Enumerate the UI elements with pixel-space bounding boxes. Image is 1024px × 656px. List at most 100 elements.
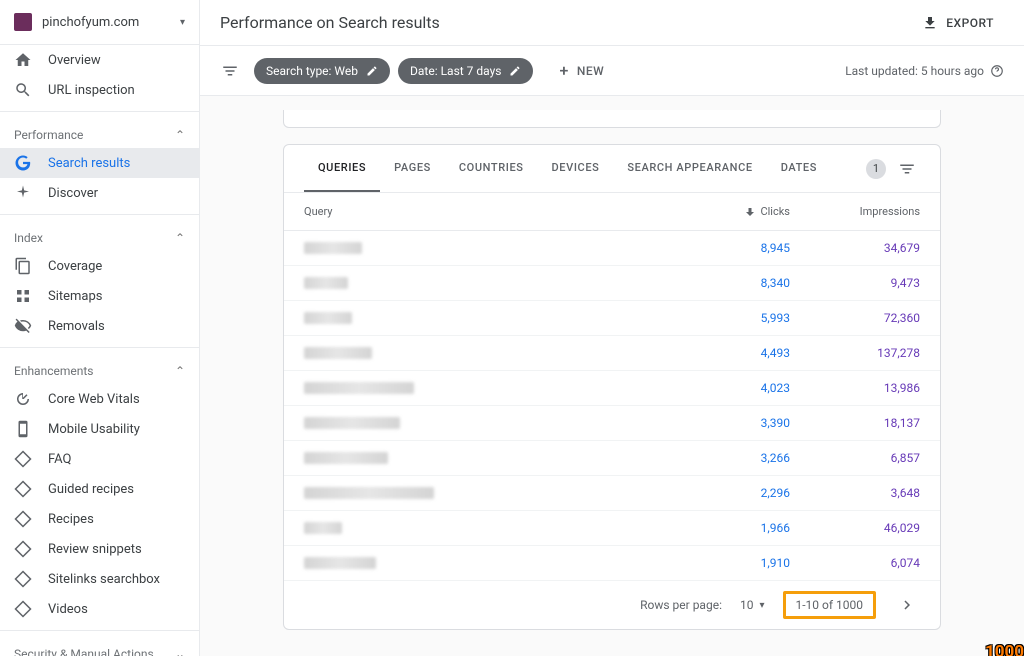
col-clicks-header[interactable]: Clicks [660, 205, 790, 218]
nav-label: Videos [48, 602, 88, 617]
nav-label: URL inspection [48, 83, 135, 98]
export-label: EXPORT [946, 16, 994, 30]
plus-icon: + [559, 61, 568, 80]
add-filter-button[interactable]: + NEW [549, 55, 614, 86]
nav-label: Sitelinks searchbox [48, 572, 160, 587]
last-updated: Last updated: 5 hours ago [845, 64, 1004, 78]
diamond-icon [14, 480, 32, 498]
callout-text: 1000 [985, 642, 1024, 656]
section-label: Enhancements [14, 364, 94, 378]
next-page-button[interactable] [894, 592, 920, 618]
nav-search-results[interactable]: Search results [0, 148, 199, 178]
table-row[interactable]: 4,493137,278 [284, 336, 940, 371]
nav-coverage[interactable]: Coverage [0, 251, 199, 281]
table-row[interactable]: 4,02313,986 [284, 371, 940, 406]
table-row[interactable]: 3,2666,857 [284, 441, 940, 476]
export-button[interactable]: EXPORT [912, 9, 1004, 37]
clicks-value: 4,493 [660, 346, 790, 360]
nav-guided-recipes[interactable]: Guided recipes [0, 474, 199, 504]
google-icon [14, 154, 32, 172]
tab-search-appearance[interactable]: SEARCH APPEARANCE [613, 145, 766, 192]
clicks-value: 5,993 [660, 311, 790, 325]
chevron-up-icon: ⌃ [175, 128, 185, 142]
site-logo [14, 13, 32, 31]
rows-per-page-select[interactable]: 10 ▾ [740, 598, 765, 612]
pencil-icon [366, 65, 378, 77]
chip-date[interactable]: Date: Last 7 days [398, 58, 533, 84]
pencil-icon [509, 65, 521, 77]
new-label: NEW [577, 64, 604, 78]
nav-url-inspection[interactable]: URL inspection [0, 75, 199, 105]
caret-down-icon: ▾ [759, 600, 764, 611]
nav-section-performance[interactable]: Performance ⌃ [0, 118, 199, 148]
section-label: Security & Manual Actions [14, 647, 154, 656]
impressions-value: 34,679 [790, 241, 920, 255]
table-row[interactable]: 2,2963,648 [284, 476, 940, 511]
clicks-value: 1,910 [660, 556, 790, 570]
nav-sitelinks-searchbox[interactable]: Sitelinks searchbox [0, 564, 199, 594]
help-icon[interactable] [990, 64, 1004, 78]
pagination: Rows per page: 10 ▾ 1-10 of 1000 [284, 581, 940, 629]
tabs: QUERIES PAGES COUNTRIES DEVICES SEARCH A… [284, 145, 940, 193]
nav-section-security[interactable]: Security & Manual Actions ⌄ [0, 637, 199, 656]
nav-label: Sitemaps [48, 289, 103, 304]
impressions-value: 13,986 [790, 381, 920, 395]
query-text-redacted [304, 417, 400, 429]
clicks-value: 8,340 [660, 276, 790, 290]
query-text-redacted [304, 242, 362, 254]
chevron-up-icon: ⌃ [175, 231, 185, 245]
impressions-value: 9,473 [790, 276, 920, 290]
diamond-icon [14, 450, 32, 468]
col-query-header[interactable]: Query [304, 205, 660, 218]
chip-search-type[interactable]: Search type: Web [254, 58, 390, 84]
nav-discover[interactable]: Discover [0, 178, 199, 208]
clicks-value: 8,945 [660, 241, 790, 255]
nav-core-web-vitals[interactable]: Core Web Vitals [0, 384, 199, 414]
nav-recipes[interactable]: Recipes [0, 504, 199, 534]
nav-section-index[interactable]: Index ⌃ [0, 221, 199, 251]
nav-removals[interactable]: Removals [0, 311, 199, 341]
tab-pages[interactable]: PAGES [380, 145, 445, 192]
table-row[interactable]: 1,96646,029 [284, 511, 940, 546]
clicks-value: 4,023 [660, 381, 790, 395]
filter-count-badge[interactable]: 1 [866, 159, 886, 179]
pagination-range: 1-10 of 1000 [783, 591, 877, 619]
query-text-redacted [304, 382, 414, 394]
nav-sitemaps[interactable]: Sitemaps [0, 281, 199, 311]
table-row[interactable]: 8,3409,473 [284, 266, 940, 301]
main-content: Performance on Search results EXPORT Sea… [200, 0, 1024, 656]
nav-videos[interactable]: Videos [0, 594, 199, 624]
nav-review-snippets[interactable]: Review snippets [0, 534, 199, 564]
tab-queries[interactable]: QUERIES [304, 145, 380, 192]
nav-label: Mobile Usability [48, 422, 140, 437]
tab-countries[interactable]: COUNTRIES [445, 145, 538, 192]
collapsed-chart-card [283, 110, 941, 128]
impressions-value: 18,137 [790, 416, 920, 430]
nav-overview[interactable]: Overview [0, 45, 199, 75]
col-impressions-header[interactable]: Impressions [790, 205, 920, 218]
nav-mobile-usability[interactable]: Mobile Usability [0, 414, 199, 444]
topbar: Performance on Search results EXPORT [200, 0, 1024, 46]
nav-faq[interactable]: FAQ [0, 444, 199, 474]
site-selector[interactable]: pinchofyum.com ▾ [0, 0, 199, 45]
impressions-value: 46,029 [790, 521, 920, 535]
filter-icon[interactable] [220, 61, 240, 81]
table-row[interactable]: 1,9106,074 [284, 546, 940, 581]
caret-down-icon: ▾ [180, 17, 185, 28]
nav-section-enhancements[interactable]: Enhancements ⌃ [0, 354, 199, 384]
queries-card: QUERIES PAGES COUNTRIES DEVICES SEARCH A… [283, 144, 941, 630]
phone-icon [14, 420, 32, 438]
diamond-icon [14, 540, 32, 558]
filter-icon[interactable] [898, 160, 916, 178]
table-row[interactable]: 3,39018,137 [284, 406, 940, 441]
tab-dates[interactable]: DATES [767, 145, 831, 192]
col-clicks-label: Clicks [760, 205, 790, 218]
nav-label: Removals [48, 319, 105, 334]
table-row[interactable]: 8,94534,679 [284, 231, 940, 266]
tab-devices[interactable]: DEVICES [538, 145, 614, 192]
section-label: Performance [14, 128, 83, 142]
table-row[interactable]: 5,99372,360 [284, 301, 940, 336]
nav-label: Search results [48, 156, 130, 171]
last-updated-label: Last updated: 5 hours ago [845, 64, 984, 78]
query-text-redacted [304, 347, 372, 359]
